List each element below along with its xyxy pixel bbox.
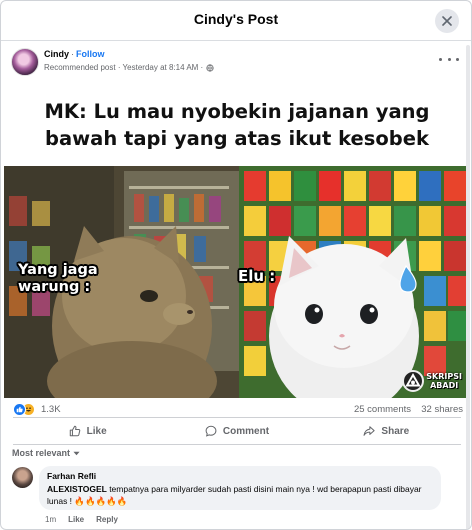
comment-reply-button[interactable]: Reply	[96, 515, 118, 524]
close-icon	[442, 16, 452, 26]
author-line: Cindy · Follow	[44, 49, 105, 59]
comments-count[interactable]: 25 comments	[354, 404, 411, 415]
like-label: Like	[86, 425, 107, 437]
meme-label-right: Elu :	[238, 267, 276, 285]
post-dialog: Cindy's Post Cindy · Follow Recommended po…	[0, 0, 472, 530]
share-label: Share	[381, 425, 410, 437]
post-author-row: Cindy · Follow Recommended post · Yesterda…	[11, 48, 463, 78]
meme-caption-line1: MK: Lu mau nyobekin jajanan yang	[44, 100, 430, 123]
post-stats: 1.3K 25 comments 32 shares	[13, 402, 463, 418]
close-button[interactable]	[435, 9, 459, 33]
thumbs-up-icon	[69, 425, 80, 437]
share-button[interactable]: Share	[312, 418, 461, 444]
globe-icon	[206, 63, 214, 72]
dialog-title: Cindy's Post	[193, 11, 279, 27]
post-meta-text: Recommended post · Yesterday at 8:14 AM …	[44, 63, 204, 72]
dialog-header: Cindy's Post	[1, 1, 471, 41]
meme-caption-line2: bawah tapi yang atas ikut kesobek	[45, 127, 429, 150]
watermark-line2: ABADI	[430, 381, 459, 390]
comment-button[interactable]: Comment	[162, 418, 311, 444]
meme-label-left-line2: warung :	[18, 279, 91, 295]
chevron-down-icon	[73, 451, 80, 455]
shares-count[interactable]: 32 shares	[421, 404, 463, 415]
scrollbar[interactable]	[466, 45, 470, 530]
meme-label-left: Yang jaga warung :	[18, 262, 98, 296]
comment-sort-dropdown[interactable]: Most relevant	[12, 448, 80, 458]
watermark-text: SKRIPSI ABADI	[426, 372, 462, 390]
meme-photo: Yang jaga warung : Elu : SKRIPSI ABADI	[4, 166, 470, 398]
author-avatar[interactable]	[11, 48, 39, 76]
post-actions: Like Comment Share	[13, 417, 461, 445]
comment-time[interactable]: 1m	[45, 515, 56, 524]
post-image[interactable]: MK: Lu mau nyobekin jajanan yang bawah t…	[4, 84, 470, 398]
post-meta: Recommended post · Yesterday at 8:14 AM …	[44, 63, 214, 72]
comment-text: ALEXISTOGEL tempatnya para milyarder sud…	[47, 483, 433, 507]
meme-caption: MK: Lu mau nyobekin jajanan yang bawah t…	[4, 98, 470, 152]
comment-icon	[205, 425, 217, 437]
comment-bubble: Farhan Refli ALEXISTOGEL tempatnya para …	[39, 466, 441, 510]
commenter-name[interactable]: Farhan Refli	[47, 471, 433, 481]
reaction-count[interactable]: 1.3K	[41, 404, 61, 415]
reaction-icons[interactable]	[13, 403, 35, 416]
commenter-avatar[interactable]	[12, 467, 33, 488]
author-name[interactable]: Cindy	[44, 49, 69, 59]
comment-mention[interactable]: ALEXISTOGEL	[47, 484, 107, 494]
watermark: SKRIPSI ABADI	[402, 370, 462, 392]
comment-label: Comment	[222, 425, 270, 437]
like-reaction-icon	[13, 403, 26, 416]
like-button[interactable]: Like	[13, 418, 162, 444]
follow-button[interactable]: Follow	[76, 49, 105, 59]
comment-sort-label: Most relevant	[12, 448, 71, 458]
watermark-line1: SKRIPSI	[426, 372, 462, 381]
more-options-button[interactable]	[439, 52, 459, 66]
share-icon	[363, 426, 376, 436]
watermark-logo-icon	[402, 370, 425, 392]
comment-meta: 1m Like Reply	[45, 515, 118, 524]
actions-divider	[13, 444, 461, 445]
meme-caption-area: MK: Lu mau nyobekin jajanan yang bawah t…	[4, 84, 470, 166]
meme-label-left-line1: Yang jaga	[18, 262, 98, 278]
comment-like-button[interactable]: Like	[68, 515, 84, 524]
